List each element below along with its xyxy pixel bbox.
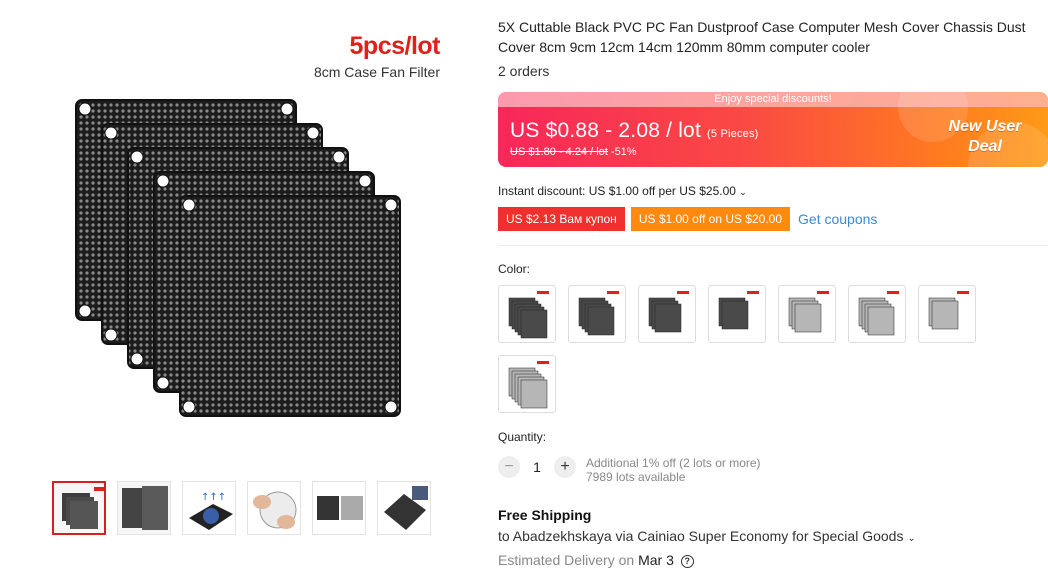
quantity-stepper: − 1 + bbox=[498, 456, 576, 478]
delivery-date: Mar 3 bbox=[638, 552, 674, 568]
product-title: 5X Cuttable Black PVC PC Fan Dustproof C… bbox=[498, 19, 1026, 55]
promo-title: 5pcs/lot bbox=[349, 32, 441, 60]
price-banner: Enjoy special discounts! US $0.88 - 2.08… bbox=[498, 92, 1048, 167]
instant-discount[interactable]: Instant discount: US $1.00 off per US $2… bbox=[498, 184, 747, 198]
coupon-select[interactable]: US $1.00 off on US $20.00 bbox=[630, 207, 791, 231]
screw-hole bbox=[156, 174, 170, 188]
price-original-value: US $1.80 - 4.24 / lot bbox=[510, 146, 608, 158]
chevron-down-icon: ⌄ bbox=[739, 187, 747, 197]
screw-hole bbox=[78, 304, 92, 318]
color-swatch-7[interactable] bbox=[918, 285, 976, 343]
quantity-note: Additional 1% off (2 lots or more) 7989 … bbox=[586, 456, 761, 484]
screw-hole bbox=[156, 376, 170, 390]
screw-hole bbox=[384, 198, 398, 212]
quantity-input[interactable]: 1 bbox=[520, 459, 554, 475]
screw-hole bbox=[130, 150, 144, 164]
screw-hole bbox=[358, 174, 372, 188]
instant-discount-text: Instant discount: US $1.00 off per US $2… bbox=[498, 184, 736, 198]
screw-hole bbox=[332, 150, 346, 164]
thumbnail-4[interactable] bbox=[247, 481, 301, 535]
delivery-estimate: Estimated Delivery on Mar 3 ? bbox=[498, 552, 694, 568]
thumbnail-5[interactable] bbox=[312, 481, 366, 535]
coupon-store[interactable]: US $2.13 Вам купон bbox=[498, 207, 625, 231]
color-swatch-3[interactable] bbox=[638, 285, 696, 343]
thumbnail-1[interactable] bbox=[52, 481, 106, 535]
new-user-deal-badge: New User Deal bbox=[948, 118, 1022, 155]
mesh-filter bbox=[179, 195, 401, 417]
screw-hole bbox=[104, 328, 118, 342]
fan-filter-stack-image bbox=[75, 99, 401, 417]
product-gallery: 5pcs/lot 8cm Case Fan Filter ↑↑↑ bbox=[0, 0, 470, 568]
price-original: US $1.80 - 4.24 / lot -51% bbox=[510, 146, 637, 158]
screw-hole bbox=[182, 198, 196, 212]
thumbnail-strip: ↑↑↑ bbox=[52, 481, 431, 535]
color-swatch-1[interactable] bbox=[498, 285, 556, 343]
screw-hole bbox=[306, 126, 320, 140]
color-label: Color: bbox=[498, 262, 531, 276]
stock-available: 7989 lots available bbox=[586, 470, 686, 484]
screw-hole bbox=[280, 102, 294, 116]
color-swatches bbox=[498, 285, 998, 413]
screw-hole bbox=[130, 352, 144, 366]
delivery-prefix: Estimated Delivery on bbox=[498, 552, 635, 568]
thumbnail-3[interactable]: ↑↑↑ bbox=[182, 481, 236, 535]
chevron-down-icon: ⌄ bbox=[907, 533, 916, 544]
shipping-destination-text: to Abadzekhskaya via Cainiao Super Econo… bbox=[498, 528, 904, 544]
screw-hole bbox=[182, 400, 196, 414]
screw-hole bbox=[78, 102, 92, 116]
screw-hole bbox=[104, 126, 118, 140]
shipping-destination[interactable]: to Abadzekhskaya via Cainiao Super Econo… bbox=[498, 528, 916, 544]
shipping-title: Free Shipping bbox=[498, 507, 592, 523]
color-swatch-5[interactable] bbox=[778, 285, 836, 343]
orders-count: 2 orders bbox=[498, 63, 550, 79]
screw-hole bbox=[384, 400, 398, 414]
svg-text:↑↑↑: ↑↑↑ bbox=[201, 492, 226, 503]
price-range: US $0.88 - 2.08 / lot bbox=[510, 119, 701, 142]
quantity-decrease-button[interactable]: − bbox=[498, 456, 520, 478]
coupons-row: US $2.13 Вам купон US $1.00 off on US $2… bbox=[498, 207, 877, 231]
thumbnail-6[interactable] bbox=[377, 481, 431, 535]
color-swatch-4[interactable] bbox=[708, 285, 766, 343]
quantity-increase-button[interactable]: + bbox=[554, 456, 576, 478]
thumbnail-2[interactable] bbox=[117, 481, 171, 535]
get-coupons-link[interactable]: Get coupons bbox=[798, 211, 877, 227]
color-swatch-6[interactable] bbox=[848, 285, 906, 343]
price-current: US $0.88 - 2.08 / lot (5 Pieces) bbox=[510, 119, 759, 143]
color-swatch-8[interactable] bbox=[498, 355, 556, 413]
bulk-discount-note: Additional 1% off (2 lots or more) bbox=[586, 456, 761, 470]
quantity-label: Quantity: bbox=[498, 430, 547, 444]
discount-percent: -51% bbox=[610, 146, 637, 158]
color-swatch-2[interactable] bbox=[568, 285, 626, 343]
help-icon[interactable]: ? bbox=[680, 555, 694, 568]
price-pieces: (5 Pieces) bbox=[707, 128, 759, 140]
divider bbox=[498, 245, 1048, 246]
